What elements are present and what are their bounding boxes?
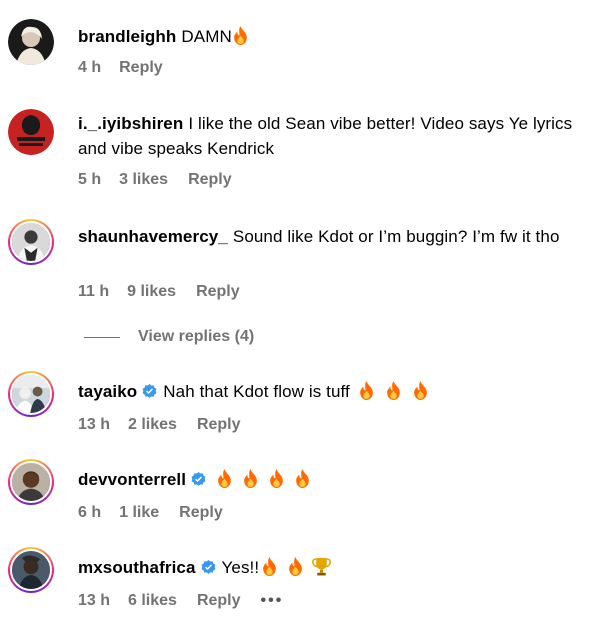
verified-badge-icon [201, 560, 215, 574]
reply-button[interactable]: Reply [196, 283, 240, 300]
avatar[interactable] [8, 19, 54, 65]
verified-badge-icon [191, 472, 206, 486]
comment-likes[interactable]: 6 likes [128, 592, 177, 609]
comment-time: 11 h [78, 283, 110, 300]
comment-username[interactable]: tayaiko [78, 382, 137, 401]
avatar-mxsouthafrica-icon [12, 551, 50, 589]
comment-likes[interactable]: 1 like [119, 504, 159, 521]
comment-likes[interactable]: 3 likes [119, 171, 168, 188]
reply-button[interactable]: Reply [197, 592, 241, 609]
avatar[interactable] [8, 219, 54, 265]
comment-likes[interactable]: 9 likes [127, 283, 176, 300]
comment-text: Nah that Kdot flow is tuff [163, 382, 350, 401]
avatar-tayaiko-icon [12, 375, 50, 413]
comment-time: 13 h [78, 592, 111, 609]
comment-username[interactable]: i._.iyibshiren [78, 114, 183, 133]
avatar[interactable] [8, 109, 54, 155]
more-options-button[interactable]: ••• [261, 592, 284, 609]
comment-username[interactable]: brandleighh [78, 27, 176, 46]
fire-emoji-icons [216, 469, 311, 489]
fire-emoji-icons [261, 557, 304, 577]
view-replies-label: View replies (4) [138, 328, 255, 345]
comment-text: Sound like Kdot or I’m buggin? I’m fw it… [232, 227, 560, 246]
reply-button[interactable]: Reply [197, 416, 241, 433]
trophy-emoji-icon [312, 558, 332, 576]
comment-username[interactable]: mxsouthafrica [78, 558, 196, 577]
view-replies-button[interactable]: View replies (4) [84, 328, 254, 346]
comment-text: DAMN [181, 27, 232, 46]
reply-button[interactable]: Reply [179, 504, 223, 521]
comment-username[interactable]: devvonterrell [78, 470, 186, 489]
comment-time: 4 h [78, 59, 102, 76]
avatar[interactable] [8, 371, 54, 417]
reply-button[interactable]: Reply [188, 171, 232, 188]
comment-time: 6 h [78, 504, 102, 521]
reply-button[interactable]: Reply [119, 59, 163, 76]
comments-list: brandleighh DAMN 4 h Reply i._.iyibshiren I… [0, 0, 601, 628]
comment-text: Yes!! [221, 558, 260, 577]
avatar[interactable] [8, 459, 54, 505]
avatar-cobra-logo-icon [8, 109, 54, 155]
avatar[interactable] [8, 547, 54, 593]
verified-badge-icon [142, 384, 157, 398]
avatar-brandleighh-icon [8, 19, 54, 65]
avatar-devvonterrell-icon [12, 463, 50, 501]
fire-emoji-icons [358, 381, 429, 401]
comment-time: 5 h [78, 171, 102, 188]
comment-username[interactable]: shaunhavemercy_ [78, 227, 228, 246]
divider-line [84, 336, 120, 338]
comment-time: 13 h [78, 416, 111, 433]
fire-emoji-icon [232, 26, 249, 46]
avatar-shaunhavemercy-icon [12, 223, 50, 261]
comment-likes[interactable]: 2 likes [128, 416, 177, 433]
